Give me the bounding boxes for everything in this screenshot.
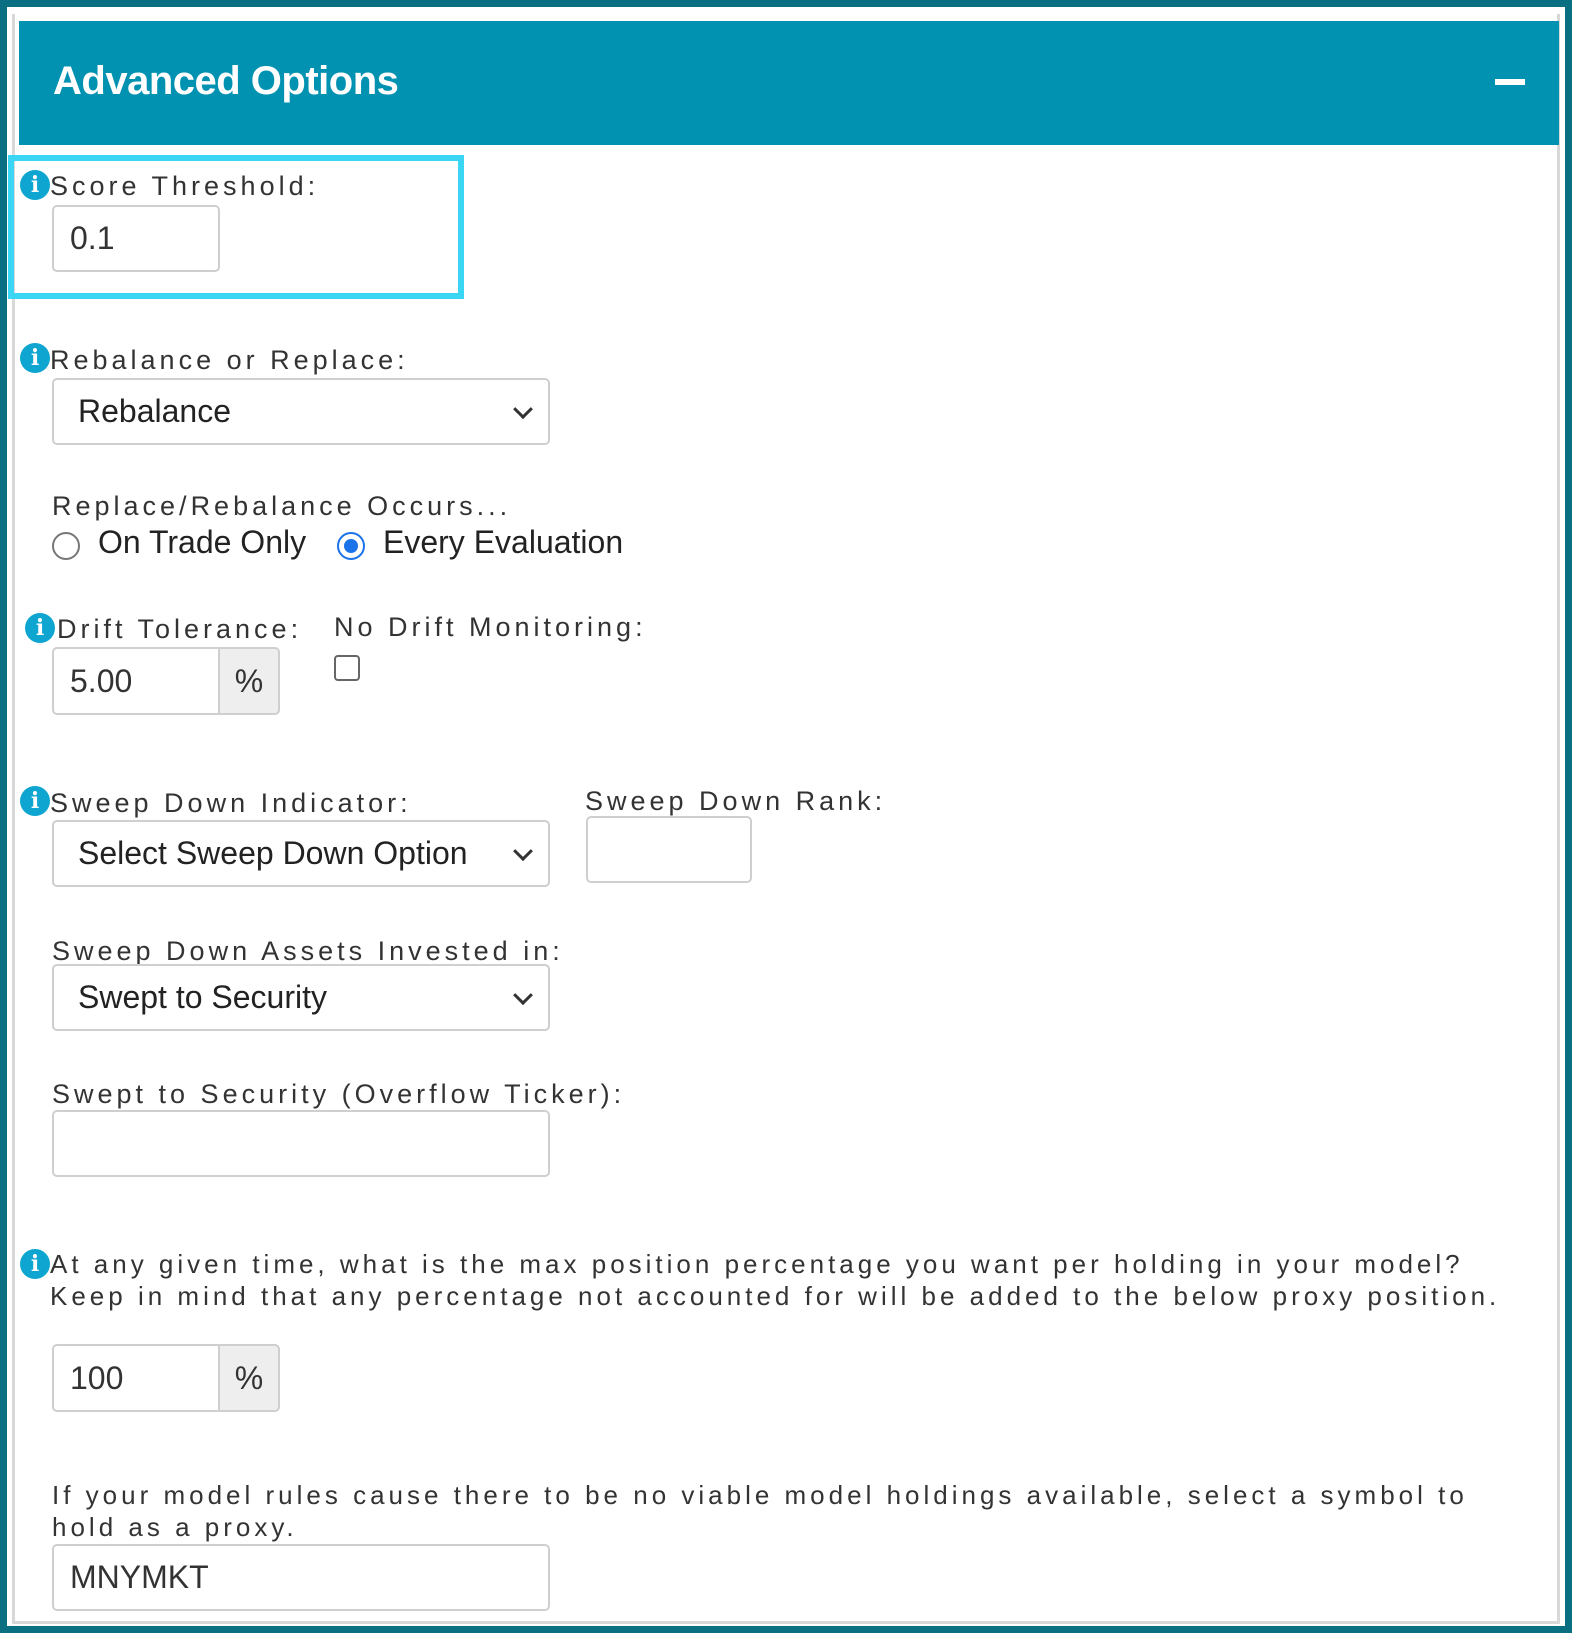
rebalance-select[interactable]: Rebalance: [52, 378, 550, 445]
proxy-value: MNYMKT: [70, 1559, 209, 1595]
drift-tolerance-input[interactable]: 5.00: [52, 647, 220, 715]
info-icon[interactable]: i: [25, 613, 55, 643]
radio-label-on-trade-only[interactable]: On Trade Only: [98, 524, 306, 561]
score-threshold-value: 0.1: [70, 220, 115, 256]
chevron-down-icon: [513, 840, 533, 861]
no-drift-checkbox[interactable]: [334, 655, 360, 681]
no-drift-label: No Drift Monitoring:: [334, 612, 647, 642]
sweep-down-indicator-select[interactable]: Select Sweep Down Option: [52, 820, 550, 887]
sweep-down-assets-label: Sweep Down Assets Invested in:: [52, 936, 564, 966]
sweep-down-indicator-selected: Select Sweep Down Option: [78, 835, 468, 871]
percent-addon: %: [220, 647, 280, 715]
percent-addon: %: [220, 1344, 280, 1412]
score-threshold-input[interactable]: 0.1: [52, 205, 220, 272]
rebalance-selected: Rebalance: [78, 393, 231, 429]
chevron-down-icon: [513, 984, 533, 1005]
max-position-value: 100: [70, 1359, 124, 1396]
proxy-input[interactable]: MNYMKT: [52, 1544, 550, 1611]
drift-tolerance-label: Drift Tolerance:: [57, 614, 303, 644]
info-icon[interactable]: i: [20, 170, 50, 200]
sweep-down-indicator-label: Sweep Down Indicator:: [50, 788, 412, 818]
occurs-label: Replace/Rebalance Occurs...: [52, 491, 512, 521]
drift-tolerance-value: 5.00: [70, 662, 133, 699]
info-icon[interactable]: i: [20, 1249, 50, 1279]
radio-on-trade-only[interactable]: [52, 532, 80, 560]
max-position-input[interactable]: 100: [52, 1344, 220, 1412]
panel-title: Advanced Options: [53, 59, 399, 103]
radio-every-evaluation[interactable]: [337, 532, 365, 560]
swept-to-security-input[interactable]: [52, 1110, 550, 1177]
score-threshold-label: Score Threshold:: [50, 171, 320, 201]
sweep-down-rank-label: Sweep Down Rank:: [585, 786, 887, 816]
info-icon[interactable]: i: [20, 786, 50, 816]
minus-icon[interactable]: [1495, 79, 1525, 85]
panel-header[interactable]: Advanced Options: [19, 21, 1559, 145]
max-position-label: At any given time, what is the max posit…: [50, 1249, 1501, 1311]
swept-to-security-label: Swept to Security (Overflow Ticker):: [52, 1079, 626, 1109]
info-icon[interactable]: i: [20, 343, 50, 373]
proxy-label: If your model rules cause there to be no…: [52, 1480, 1468, 1542]
sweep-down-assets-selected: Swept to Security: [78, 979, 327, 1015]
radio-label-every-evaluation[interactable]: Every Evaluation: [383, 524, 623, 561]
rebalance-label: Rebalance or Replace:: [50, 345, 409, 375]
sweep-down-assets-select[interactable]: Swept to Security: [52, 964, 550, 1031]
chevron-down-icon: [513, 398, 533, 419]
sweep-down-rank-input[interactable]: [586, 816, 752, 883]
